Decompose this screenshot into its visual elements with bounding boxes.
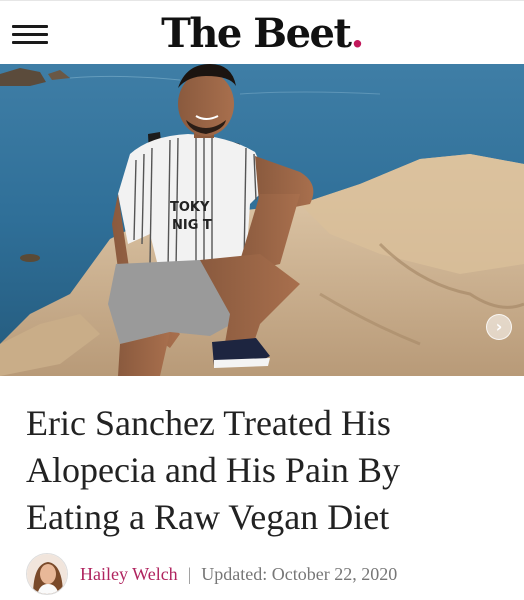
article-title: Eric Sanchez Treated His Alopecia and Hi… [26, 403, 400, 537]
shirt-text-2: NIG T [172, 218, 212, 233]
hero-image[interactable]: TOKY NIG T › [0, 64, 524, 376]
byline: Hailey Welch | Updated: October 22, 2020 [26, 552, 397, 596]
byline-separator: | [187, 563, 192, 584]
site-header: The Beet. [0, 0, 524, 64]
updated-date: Updated: October 22, 2020 [201, 563, 398, 584]
author-avatar[interactable] [26, 553, 68, 595]
shirt-text-1: TOKY [170, 200, 210, 215]
author-link[interactable]: Hailey Welch [80, 564, 178, 585]
logo-text: The Beet [161, 10, 352, 57]
hero-photo: TOKY NIG T [0, 64, 524, 376]
avatar-photo [27, 554, 67, 594]
carousel-next-button[interactable]: › [486, 314, 512, 340]
logo-dot: . [350, 10, 364, 57]
site-logo[interactable]: The Beet. [0, 9, 524, 59]
chevron-right-icon: › [495, 317, 503, 336]
